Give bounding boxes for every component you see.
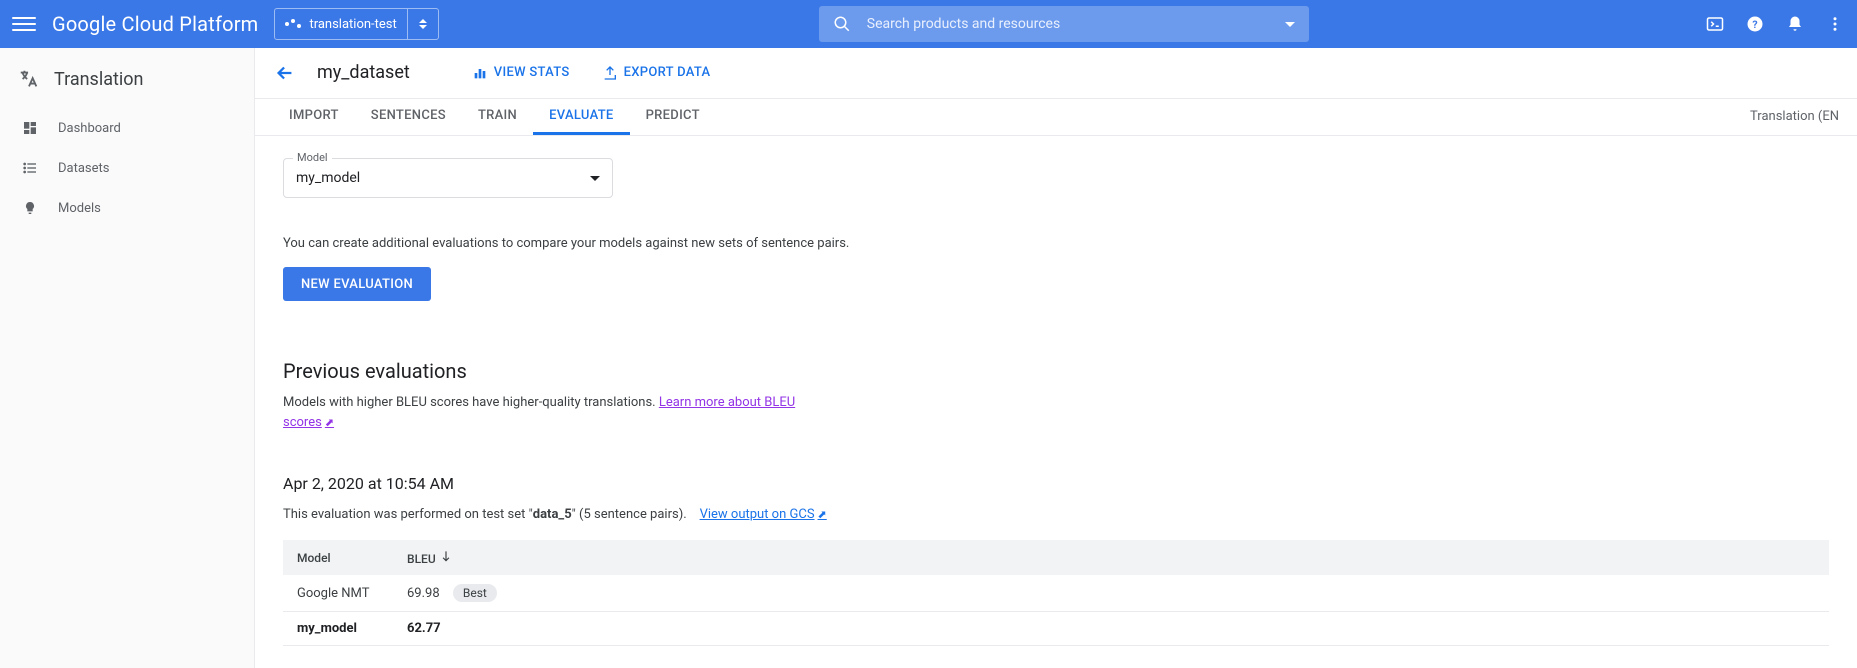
table-row: Google NMT 69.98 Best xyxy=(283,575,1829,612)
topbar-actions: ? xyxy=(1705,14,1845,34)
search-bar[interactable] xyxy=(819,6,1309,42)
tab-evaluate[interactable]: EVALUATE xyxy=(533,99,629,135)
upload-icon xyxy=(602,65,618,81)
language-pair-label: Translation (EN xyxy=(1750,109,1839,124)
svg-text:?: ? xyxy=(1752,18,1757,31)
view-stats-button[interactable]: VIEW STATS xyxy=(472,65,570,81)
model-field-label: Model xyxy=(293,151,332,164)
model-select-value: my_model xyxy=(296,170,360,186)
model-field: Model my_model xyxy=(283,158,613,198)
content: Model my_model You can create additional… xyxy=(255,136,1857,668)
external-link-icon: ⬈ xyxy=(325,416,334,429)
tab-predict[interactable]: PREDICT xyxy=(630,99,716,135)
search-input[interactable] xyxy=(867,16,1285,32)
cell-bleu: 62.77 xyxy=(393,612,1829,646)
bar-chart-icon xyxy=(472,65,488,81)
search-icon xyxy=(833,15,851,33)
sidebar-item-datasets[interactable]: Datasets xyxy=(0,148,254,188)
sort-desc-icon xyxy=(439,549,453,563)
project-picker[interactable]: translation-test xyxy=(274,8,438,40)
best-badge: Best xyxy=(453,584,497,602)
sidebar-header: Translation xyxy=(0,60,254,108)
export-data-button[interactable]: EXPORT DATA xyxy=(602,65,711,81)
cell-bleu: 69.98 Best xyxy=(393,575,1829,612)
sidebar-item-label: Models xyxy=(58,201,101,216)
tab-sentences[interactable]: SENTENCES xyxy=(355,99,462,135)
sidebar-item-dashboard[interactable]: Dashboard xyxy=(0,108,254,148)
lightbulb-icon xyxy=(20,198,40,218)
page-title: my_dataset xyxy=(317,62,410,83)
chevron-down-icon xyxy=(590,176,600,181)
project-icon xyxy=(285,22,301,26)
results-table: Model BLEU Google NMT 69.98 xyxy=(283,540,1829,646)
page-header: my_dataset VIEW STATS EXPORT DATA xyxy=(255,48,1857,98)
tab-train[interactable]: TRAIN xyxy=(462,99,533,135)
new-evaluation-button[interactable]: NEW EVALUATION xyxy=(283,267,431,301)
evaluate-description: You can create additional evaluations to… xyxy=(283,236,1829,251)
evaluation-detail: This evaluation was performed on test se… xyxy=(283,507,1829,522)
col-model[interactable]: Model xyxy=(283,540,393,575)
menu-button[interactable] xyxy=(12,12,36,36)
evaluation-timestamp: Apr 2, 2020 at 10:54 AM xyxy=(283,474,1829,493)
chevron-updown-icon xyxy=(418,19,428,29)
view-output-link[interactable]: View output on GCS⬈ xyxy=(700,507,827,522)
sidebar-item-models[interactable]: Models xyxy=(0,188,254,228)
more-icon[interactable] xyxy=(1825,14,1845,34)
cloud-shell-icon[interactable] xyxy=(1705,14,1725,34)
model-select[interactable]: my_model xyxy=(283,158,613,198)
cell-model: my_model xyxy=(283,612,393,646)
col-bleu[interactable]: BLEU xyxy=(393,540,1829,575)
main: my_dataset VIEW STATS EXPORT DATA IMPORT… xyxy=(255,48,1857,668)
sidebar: Translation Dashboard Datasets Models xyxy=(0,48,255,668)
back-button[interactable] xyxy=(267,55,303,91)
sidebar-item-label: Dashboard xyxy=(58,121,121,136)
chevron-down-icon xyxy=(1285,22,1295,27)
sidebar-title: Translation xyxy=(54,69,144,90)
tabbar: IMPORT SENTENCES TRAIN EVALUATE PREDICT … xyxy=(255,98,1857,136)
tab-import[interactable]: IMPORT xyxy=(273,99,355,135)
list-icon xyxy=(20,158,40,178)
help-icon[interactable]: ? xyxy=(1745,14,1765,34)
dashboard-icon xyxy=(20,118,40,138)
external-link-icon: ⬈ xyxy=(818,508,827,521)
notifications-icon[interactable] xyxy=(1785,14,1805,34)
previous-evaluations-title: Previous evaluations xyxy=(283,359,1829,383)
product-name: Google Cloud Platform xyxy=(52,12,258,36)
table-row: my_model 62.77 xyxy=(283,612,1829,646)
project-name: translation-test xyxy=(309,17,396,32)
topbar: Google Cloud Platform translation-test ? xyxy=(0,0,1857,48)
sidebar-item-label: Datasets xyxy=(58,161,110,176)
cell-model: Google NMT xyxy=(283,575,393,612)
translate-icon xyxy=(18,68,40,90)
previous-evaluations-subtitle: Models with higher BLEU scores have high… xyxy=(283,393,843,432)
test-set-name: data_5 xyxy=(533,507,572,522)
